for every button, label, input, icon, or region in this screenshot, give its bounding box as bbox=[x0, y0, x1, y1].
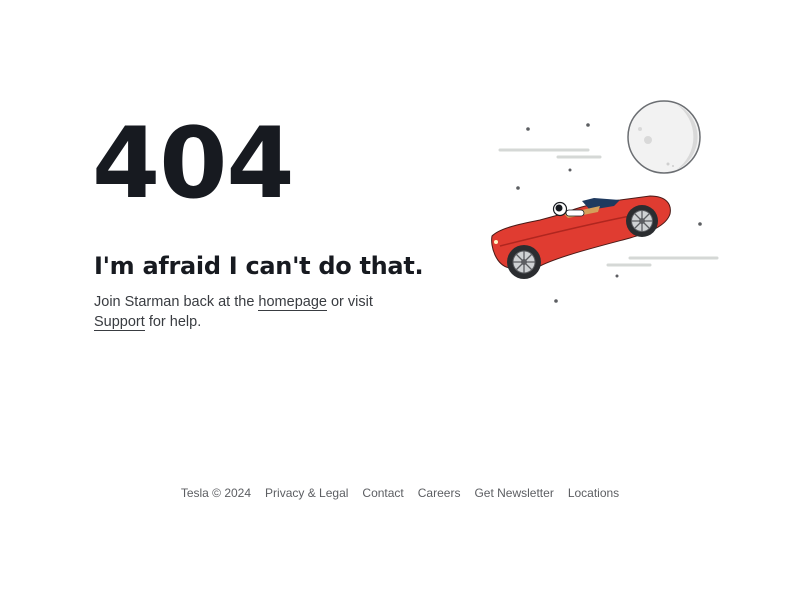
error-message: Join Starman back at the homepage or vis… bbox=[94, 292, 394, 332]
message-text-1: Join Starman back at the bbox=[94, 294, 259, 310]
error-page: 404 I'm afraid I can't do that. Join Sta… bbox=[0, 0, 800, 600]
message-text-2: or visit bbox=[326, 294, 373, 310]
roadster-icon bbox=[491, 195, 671, 279]
footer-link-careers[interactable]: Careers bbox=[418, 486, 461, 500]
front-wheel-icon bbox=[507, 245, 541, 279]
error-headline: I'm afraid I can't do that. bbox=[94, 252, 424, 280]
footer-link-contact[interactable]: Contact bbox=[362, 486, 403, 500]
error-code: 404 bbox=[92, 107, 295, 221]
footer-link-get-newsletter[interactable]: Get Newsletter bbox=[474, 486, 553, 500]
footer-link-locations[interactable]: Locations bbox=[568, 486, 619, 500]
moon-icon bbox=[627, 100, 701, 174]
support-link[interactable]: Support bbox=[94, 314, 145, 331]
message-text-3: for help. bbox=[144, 314, 202, 330]
footer-link-privacy-legal[interactable]: Privacy & Legal bbox=[265, 486, 348, 500]
footer-copyright: Tesla © 2024 bbox=[180, 486, 252, 500]
homepage-link[interactable]: homepage bbox=[258, 294, 327, 311]
starman-roadster-illustration bbox=[491, 100, 719, 303]
rear-wheel-icon bbox=[626, 205, 658, 237]
footer: Tesla © 2024 Privacy & Legal Contact Car… bbox=[0, 486, 800, 500]
